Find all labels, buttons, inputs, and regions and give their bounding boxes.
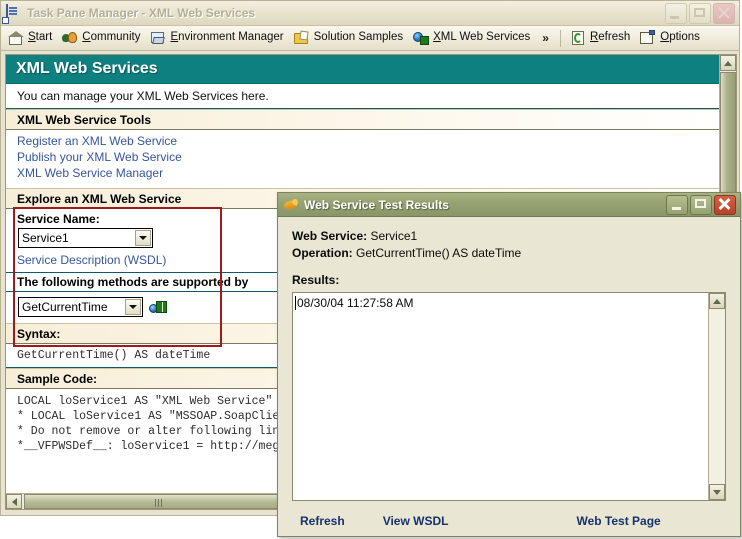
- environment-icon: [150, 30, 166, 46]
- text-caret: [295, 296, 296, 310]
- link-register-web-service[interactable]: Register an XML Web Service: [17, 133, 719, 149]
- dialog-titlebar[interactable]: Web Service Test Results: [278, 193, 740, 217]
- options-icon: [640, 30, 656, 46]
- tools-section-header: XML Web Service Tools: [6, 109, 719, 130]
- minimize-button[interactable]: [665, 3, 687, 24]
- toolbar-item-solution-samples-label: Solution Samples: [313, 31, 404, 44]
- chevron-down-icon[interactable]: [135, 230, 151, 246]
- pane-banner-title: XML Web Services: [16, 60, 158, 77]
- link-publish-web-service[interactable]: Publish your XML Web Service: [17, 149, 719, 165]
- dialog-title: Web Service Test Results: [304, 197, 449, 212]
- view-wsdl-link[interactable]: View WSDL: [383, 514, 449, 528]
- horizontal-scroll-thumb[interactable]: [24, 494, 292, 509]
- maximize-button[interactable]: [689, 3, 711, 24]
- results-vertical-scrollbar[interactable]: [708, 293, 725, 500]
- results-scroll-down-button[interactable]: [709, 484, 725, 500]
- dialog-close-button[interactable]: [714, 195, 736, 215]
- service-name-combo-value: Service1: [22, 231, 69, 245]
- toolbar-item-solution-samples[interactable]: Solution Samples: [290, 28, 410, 48]
- results-label: Results:: [292, 273, 340, 287]
- web-test-page-link[interactable]: Web Test Page: [576, 514, 660, 528]
- toolbar-item-community-label: Community: [82, 31, 141, 44]
- toolbar-item-refresh[interactable]: Refresh: [566, 28, 636, 48]
- dialog-window-controls: [666, 195, 736, 215]
- operation-value: GetCurrentTime() AS dateTime: [356, 246, 522, 260]
- toolbar-item-xml-web-services-label: XML Web Services: [433, 31, 531, 44]
- main-titlebar[interactable]: Task Pane Manager - XML Web Services: [1, 1, 739, 26]
- dialog-maximize-button[interactable]: [690, 195, 712, 215]
- dialog-minimize-button[interactable]: [666, 195, 688, 215]
- main-window-title: Task Pane Manager - XML Web Services: [27, 6, 256, 20]
- people-icon: [62, 30, 78, 46]
- toolbar-separator: [559, 29, 561, 47]
- service-name-combo[interactable]: Service1: [18, 228, 153, 248]
- toolbar-item-community[interactable]: Community: [58, 28, 146, 48]
- operation-label: Operation:: [292, 246, 353, 260]
- toolbar-item-xml-web-services[interactable]: XML Web Services: [409, 28, 536, 48]
- main-window-controls: [665, 3, 735, 24]
- tools-link-list: Register an XML Web Service Publish your…: [6, 130, 719, 185]
- link-web-service-manager[interactable]: XML Web Service Manager: [17, 165, 719, 181]
- toolbar-item-options[interactable]: Options: [636, 28, 706, 48]
- toolbar-item-environment-manager-label: Environment Manager: [170, 31, 284, 44]
- toolbar-overflow-button[interactable]: »: [536, 31, 555, 45]
- folder-icon: [293, 30, 310, 46]
- toolbar-item-options-label: Options: [660, 31, 700, 44]
- web-service-row: Web Service: Service1: [292, 228, 726, 245]
- pane-banner: XML Web Services: [6, 55, 719, 84]
- fox-icon: [283, 197, 299, 213]
- home-icon: [8, 30, 24, 46]
- results-scroll-up-button[interactable]: [709, 293, 725, 309]
- results-text: 08/30/04 11:27:58 AM: [297, 296, 414, 310]
- run-web-service-icon[interactable]: [149, 299, 167, 316]
- toolbar-item-refresh-label: Refresh: [589, 31, 631, 44]
- dialog-footer: Refresh View WSDL Web Test Page: [278, 506, 740, 536]
- screen: Task Pane Manager - XML Web Services Sta…: [0, 0, 742, 539]
- web-service-test-results-dialog: Web Service Test Results Web Service: Se…: [277, 192, 741, 537]
- scroll-left-button[interactable]: [6, 494, 22, 509]
- operation-row: Operation: GetCurrentTime() AS dateTime: [292, 245, 726, 262]
- web-service-value: Service1: [370, 229, 418, 243]
- refresh-icon: [570, 30, 586, 46]
- toolbar-item-environment-manager[interactable]: Environment Manager: [146, 28, 289, 48]
- main-toolbar: Start Community Environment Manager Solu…: [1, 26, 739, 51]
- task-pane-document-icon: [6, 4, 22, 23]
- results-textbox[interactable]: 08/30/04 11:27:58 AM: [292, 292, 726, 501]
- toolbar-item-start-label: Start: [28, 31, 53, 44]
- refresh-link[interactable]: Refresh: [300, 514, 345, 528]
- scroll-up-button[interactable]: [720, 55, 736, 71]
- pane-description: You can manage your XML Web Services her…: [6, 84, 719, 109]
- web-service-label: Web Service:: [292, 229, 368, 243]
- chevron-down-icon[interactable]: [125, 299, 141, 315]
- globe-grid-icon: [413, 30, 430, 46]
- method-combo[interactable]: GetCurrentTime: [18, 297, 143, 317]
- toolbar-item-start[interactable]: Start: [4, 28, 58, 48]
- dialog-body: Web Service: Service1 Operation: GetCurr…: [278, 217, 740, 501]
- method-combo-value: GetCurrentTime: [22, 300, 108, 314]
- close-button[interactable]: [713, 3, 735, 24]
